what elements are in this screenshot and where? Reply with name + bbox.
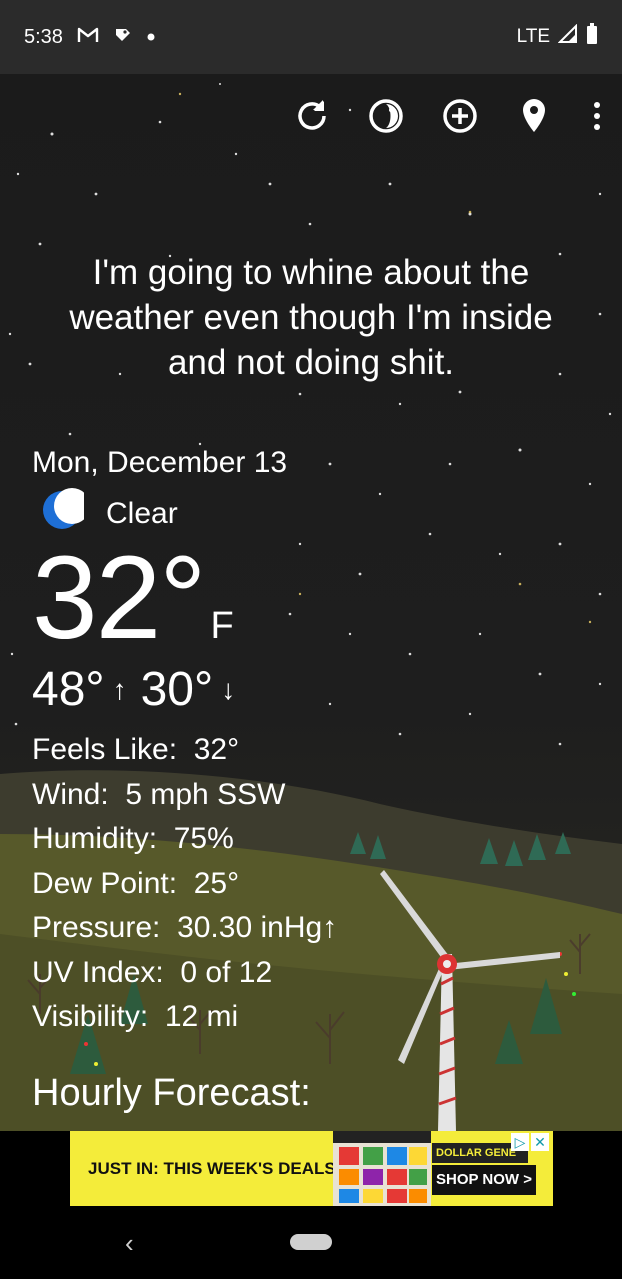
home-pill[interactable] — [290, 1234, 332, 1250]
weather-quote: I'm going to whine about the weather eve… — [0, 250, 622, 385]
detail-value: 30.30 inHg↑ — [177, 911, 338, 944]
refresh-icon[interactable] — [292, 96, 332, 136]
adchoices-icon[interactable]: ▷ — [511, 1133, 529, 1151]
weather-background: I'm going to whine about the weather eve… — [0, 74, 622, 1131]
detail-row-feels-like: Feels Like: 32° — [32, 728, 337, 773]
detail-label: Humidity: — [32, 822, 158, 855]
down-arrow-icon: ↓ — [221, 673, 236, 705]
current-temperature-row: 32° F — [32, 534, 234, 662]
more-icon[interactable] — [588, 96, 606, 136]
detail-label: Dew Point: — [32, 866, 178, 900]
detail-value: 0 of 12 — [180, 955, 273, 989]
current-temperature: 32° — [32, 532, 206, 664]
detail-value: 12 mi — [164, 1000, 239, 1033]
detail-row-pressure: Pressure: 30.30 inHg↑ — [32, 906, 337, 951]
current-date: Mon, December 13 — [32, 446, 288, 479]
detail-value: 32° — [193, 733, 240, 766]
toolbar — [292, 96, 606, 136]
condition-label: Clear — [106, 497, 178, 530]
ad-banner[interactable]: JUST IN: THIS WEEK'S DEALS. DOLLAR GENE … — [70, 1131, 553, 1206]
low-temperature: 30° — [140, 663, 214, 716]
detail-label: UV Index: — [32, 955, 164, 989]
notification-icon — [113, 25, 133, 50]
detail-row-uv-index: UV Index: 0 of 12 — [32, 951, 337, 996]
location-pin-icon[interactable] — [514, 96, 554, 136]
detail-label: Visibility: — [32, 1000, 149, 1033]
signal-icon — [557, 23, 578, 50]
up-arrow-icon: ↑ — [112, 673, 127, 705]
gmail-icon — [77, 26, 99, 49]
detail-value: 5 mph SSW — [125, 777, 286, 811]
detail-label: Feels Like: — [32, 733, 178, 766]
temperature-unit: F — [210, 605, 234, 647]
high-low-temperature: 48° ↑ 30° ↓ — [32, 662, 235, 717]
detail-row-visibility: Visibility: 12 mi — [32, 995, 337, 1040]
quote-line: and not doing shit. — [167, 343, 455, 382]
network-label: LTE — [516, 26, 550, 47]
ad-choices[interactable]: ▷ ✕ — [511, 1133, 549, 1151]
weather-details: Feels Like: 32° Wind: 5 mph SSW Humidity… — [32, 728, 337, 1040]
detail-row-wind: Wind: 5 mph SSW — [32, 773, 337, 818]
ad-flyer-image[interactable] — [333, 1131, 431, 1206]
ad-headline[interactable]: JUST IN: THIS WEEK'S DEALS. — [88, 1159, 340, 1179]
detail-value: 25° — [193, 866, 240, 900]
hourly-forecast-title: Hourly Forecast: — [32, 1072, 311, 1114]
ad-close-icon[interactable]: ✕ — [531, 1133, 549, 1151]
detail-label: Wind: — [32, 777, 109, 811]
detail-value: 75% — [173, 822, 234, 855]
status-time: 5:38 — [24, 25, 63, 48]
status-bar: 5:38 LTE — [0, 0, 622, 74]
high-temperature: 48° — [32, 663, 105, 716]
detail-label: Pressure: — [32, 911, 161, 944]
battery-icon — [586, 23, 598, 51]
dot-icon — [147, 28, 155, 46]
theme-icon[interactable] — [366, 96, 406, 136]
ad-shop-now-button[interactable]: SHOP NOW > — [432, 1165, 536, 1195]
detail-row-dew-point: Dew Point: 25° — [32, 862, 337, 907]
quote-line: I'm going to whine about the — [92, 253, 530, 292]
add-location-icon[interactable] — [440, 96, 480, 136]
detail-row-humidity: Humidity: 75% — [32, 817, 337, 862]
back-icon[interactable]: ‹ — [125, 1228, 134, 1259]
quote-line: weather even though I'm inside — [69, 298, 553, 337]
